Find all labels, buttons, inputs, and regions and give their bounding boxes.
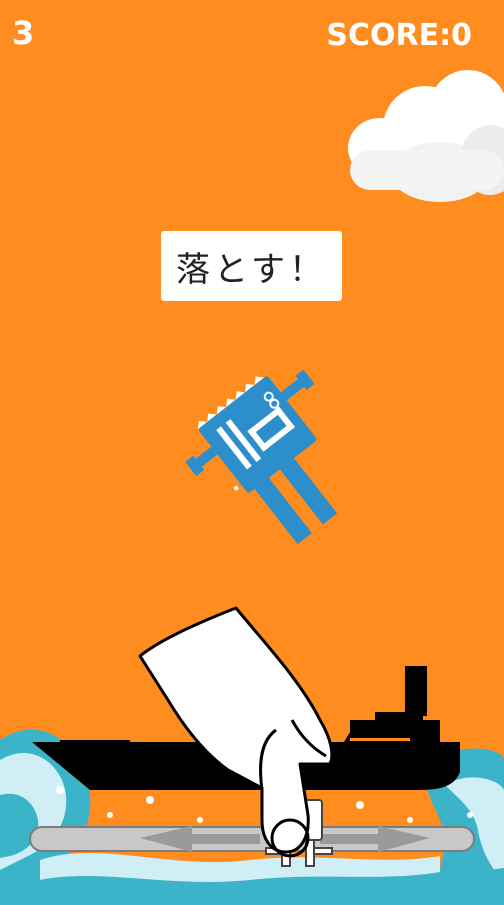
instruction-prompt: 落とす！ (161, 231, 342, 301)
score-value: 0 (451, 18, 472, 53)
score-label: SCORE: (326, 18, 452, 53)
cloud-icon (348, 70, 504, 202)
lives-counter: 3 (12, 14, 36, 52)
game-stage[interactable]: 3 SCORE: 0 落とす！ (0, 0, 504, 905)
hand-pointer-icon (138, 606, 334, 858)
score-display: SCORE: 0 (326, 18, 472, 53)
character-sprite (185, 369, 338, 545)
scenery-layer (0, 70, 504, 905)
